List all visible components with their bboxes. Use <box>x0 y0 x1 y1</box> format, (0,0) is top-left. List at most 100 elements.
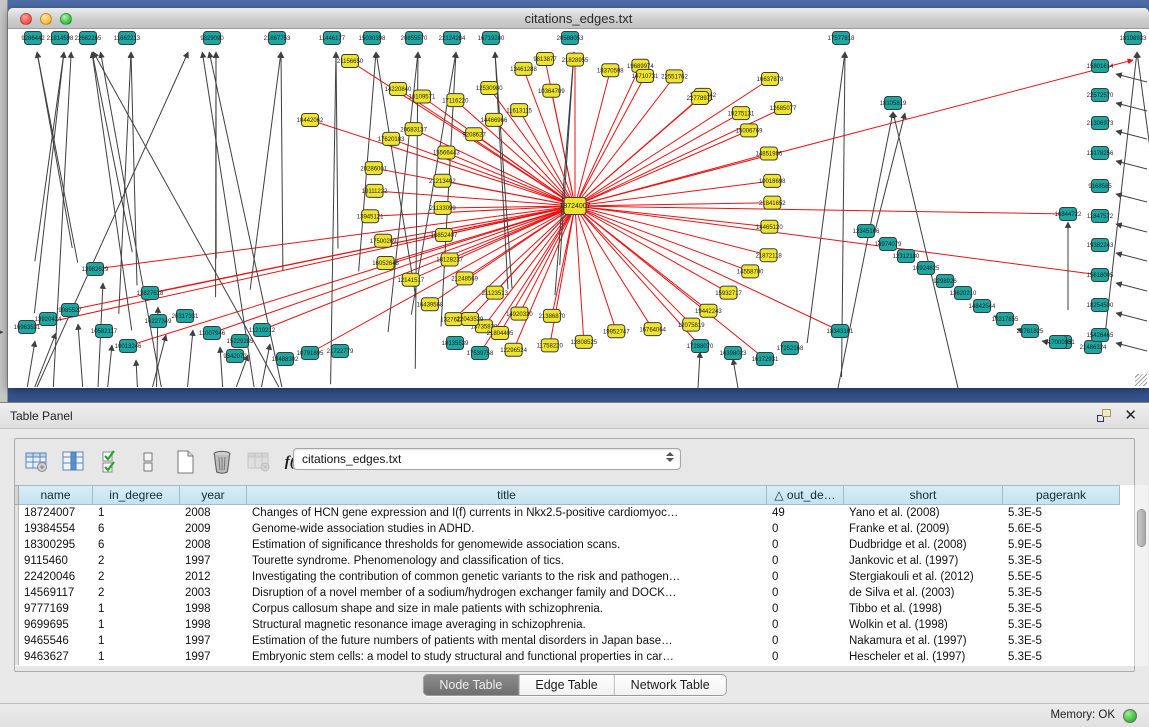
cell-pagerank: 5.6E-5 <box>1003 521 1120 537</box>
cell-pagerank: 5.3E-5 <box>1003 553 1120 569</box>
cell-name: 9463627 <box>19 649 93 665</box>
cell-short: Jankovic et al. (1997) <box>844 553 1003 569</box>
table-row[interactable]: 1830029562008Estimation of significance … <box>15 537 1120 553</box>
row-selection-icon[interactable] <box>97 448 125 476</box>
scrollbar-thumb[interactable] <box>1137 509 1146 547</box>
graph-node-label: 14974079 <box>875 242 902 248</box>
column-header-title[interactable]: title <box>247 485 767 505</box>
table-panel-header: Table Panel ✕ <box>0 403 1149 429</box>
table-row[interactable]: 911546021997Tourette syndrome. Phenomeno… <box>15 553 1120 569</box>
graph-node-label: 12530980 <box>476 86 503 92</box>
memory-ok-indicator[interactable] <box>1123 709 1137 723</box>
rows-icon[interactable] <box>134 448 162 476</box>
graph-node-label: 10109571 <box>409 95 436 101</box>
graph-node-label: 18488302 <box>272 357 299 363</box>
graph-edge <box>220 347 223 387</box>
cell-title: Changes of HCN gene expression and I(f) … <box>247 505 767 521</box>
delete-icon[interactable] <box>208 448 236 476</box>
graph-node-label: 14558700 <box>737 270 764 276</box>
graph-node-label: 17252168 <box>777 346 804 352</box>
table-row[interactable]: 1872400712008Changes of HCN gene express… <box>15 505 1120 521</box>
table-row[interactable]: 969969511998Structural magnetic resonanc… <box>15 617 1120 633</box>
table-header-row: namein_degreeyeartitle△ out_de…shortpage… <box>15 485 1120 505</box>
new-file-icon[interactable] <box>171 448 199 476</box>
graph-node-label: 9286442 <box>21 36 45 42</box>
graph-node-label: 22682265 <box>75 36 102 42</box>
column-visibility-icon[interactable] <box>60 448 88 476</box>
graph-node-label: 17539758 <box>467 351 494 357</box>
graph-node-label: 18254500 <box>1087 303 1114 309</box>
graph-node-label: 16719280 <box>478 36 505 42</box>
column-header-pagerank[interactable]: pagerank <box>1003 485 1120 505</box>
graph-node-label: 10442062 <box>297 118 324 124</box>
cell-in_degree: 1 <box>93 601 180 617</box>
network-canvas[interactable]: 2182895518370598196899742255176217415342… <box>8 30 1149 388</box>
graph-node-label: 22572570 <box>1087 93 1114 99</box>
column-header-short[interactable]: short <box>844 485 1003 505</box>
cell-pagerank: 5.3E-5 <box>1003 585 1120 601</box>
table-settings-icon[interactable] <box>23 448 51 476</box>
graph-node-label: 21828955 <box>562 58 589 64</box>
graph-edge <box>575 206 769 255</box>
column-header-name[interactable]: name <box>19 485 93 505</box>
graph-edge <box>136 360 137 387</box>
graph-edge <box>331 52 336 384</box>
cell-out_degree: 0 <box>767 537 844 553</box>
window-resize-grip[interactable] <box>1135 374 1147 386</box>
dropdown-stepper-icon <box>666 452 674 462</box>
graph-node-label: 13945121 <box>357 214 384 220</box>
table-selector-dropdown[interactable]: citations_edges.txt <box>293 448 681 470</box>
table-row[interactable]: 1938455462009Genome-wide association stu… <box>15 521 1120 537</box>
graph-edge <box>250 52 281 290</box>
graph-node-label: 21872118 <box>755 253 782 259</box>
cell-name: 9777169 <box>19 601 93 617</box>
tab-network-table[interactable]: Network Table <box>615 675 726 695</box>
graph-edge <box>1116 131 1147 139</box>
vertical-scrollbar[interactable] <box>1134 485 1148 666</box>
splitter-arrow[interactable]: ▸ <box>0 328 4 336</box>
table-row[interactable]: 2242004622012Investigating the contribut… <box>15 569 1120 585</box>
import-table-icon <box>245 448 273 476</box>
table-panel-title: Table Panel <box>10 409 73 423</box>
graph-node-label: 12345166 <box>853 229 880 235</box>
float-window-icon[interactable] <box>1097 409 1111 422</box>
graph-edge <box>108 345 112 387</box>
cell-year: 2008 <box>180 505 247 521</box>
column-header-out_degree[interactable]: △ out_de… <box>767 485 844 505</box>
graph-node-label: 16844722 <box>1055 212 1082 218</box>
graph-node-label: 17116220 <box>442 98 469 104</box>
table-row[interactable]: 977716911998Corpus callosum shape and si… <box>15 601 1120 617</box>
cell-pagerank: 5.3E-5 <box>1003 617 1120 633</box>
tab-node-table[interactable]: Node Table <box>423 675 519 695</box>
network-window: citations_edges.txt 21828955183705981968… <box>8 8 1149 388</box>
table-row[interactable]: 946554611997Estimation of the future num… <box>15 633 1120 649</box>
graph-node-label: 21804405 <box>487 331 514 337</box>
cell-name: 9465546 <box>19 633 93 649</box>
column-header-in_degree[interactable]: in_degree <box>93 485 180 505</box>
window-titlebar[interactable]: citations_edges.txt <box>8 8 1149 29</box>
cell-name: 14569117 <box>19 585 93 601</box>
graph-node-label: 18198933 <box>1120 36 1147 42</box>
graph-edge <box>27 206 575 327</box>
graph-node-label: 10013246 <box>115 344 142 350</box>
column-header-year[interactable]: year <box>180 485 247 505</box>
attribute-table: namein_degreeyeartitle△ out_de…shortpage… <box>15 485 1134 666</box>
graph-node-label: 16764064 <box>639 327 666 333</box>
table-row[interactable]: 946362711997Embryonic stem cells: a mode… <box>15 649 1120 665</box>
cell-title: Structural magnetic resonance image aver… <box>247 617 767 633</box>
graph-node-label: 15801614 <box>1087 64 1114 70</box>
tab-edge-table[interactable]: Edge Table <box>519 675 614 695</box>
cell-out_degree: 0 <box>767 553 844 569</box>
graph-node-label: 13178256 <box>1087 151 1114 157</box>
cell-title: Disruption of a novel member of a sodium… <box>247 585 767 601</box>
close-panel-icon[interactable]: ✕ <box>1124 406 1137 424</box>
cell-name: 9115460 <box>19 553 93 569</box>
cell-out_degree: 0 <box>767 521 844 537</box>
graph-edge <box>336 52 338 249</box>
cell-short: de Silva et al. (2003) <box>844 585 1003 601</box>
graph-edge <box>514 206 575 350</box>
cell-out_degree: 0 <box>767 617 844 633</box>
table-row[interactable]: 1456911722003Disruption of a novel membe… <box>15 585 1120 601</box>
cell-year: 2012 <box>180 569 247 585</box>
cell-short: Tibbo et al. (1998) <box>844 601 1003 617</box>
